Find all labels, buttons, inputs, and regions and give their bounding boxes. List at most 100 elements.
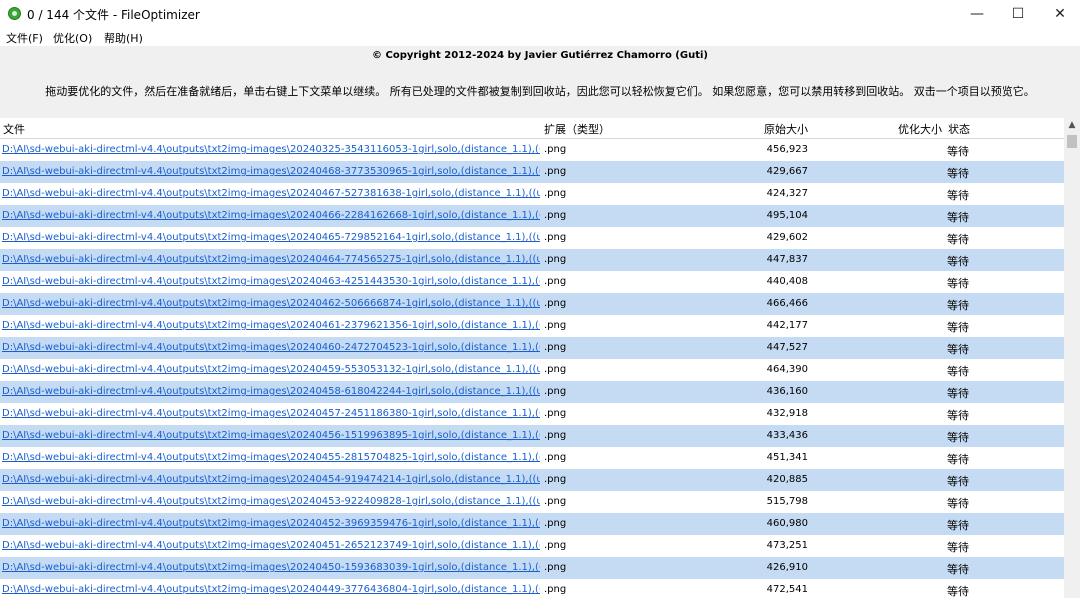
file-path-link[interactable]: D:\AI\sd-webui-aki-directml-v4.4\outputs… bbox=[2, 166, 540, 177]
file-path-link[interactable]: D:\AI\sd-webui-aki-directml-v4.4\outputs… bbox=[2, 188, 540, 199]
file-path-link[interactable]: D:\AI\sd-webui-aki-directml-v4.4\outputs… bbox=[2, 452, 540, 463]
file-path-link[interactable]: D:\AI\sd-webui-aki-directml-v4.4\outputs… bbox=[2, 364, 540, 375]
original-size: 473,251 bbox=[766, 540, 808, 551]
status-text: 等待 bbox=[947, 497, 969, 510]
original-size: 429,667 bbox=[766, 166, 808, 177]
file-path-link[interactable]: D:\AI\sd-webui-aki-directml-v4.4\outputs… bbox=[2, 232, 540, 243]
original-size: 424,327 bbox=[766, 188, 808, 199]
file-list-header: 文件 扩展（类型） 原始大小 优化大小 状态 bbox=[0, 118, 1064, 139]
file-path-link[interactable]: D:\AI\sd-webui-aki-directml-v4.4\outputs… bbox=[2, 342, 540, 353]
menu-help[interactable]: 帮助(H) bbox=[104, 30, 143, 46]
table-row[interactable]: D:\AI\sd-webui-aki-directml-v4.4\outputs… bbox=[0, 315, 1064, 337]
file-path-link[interactable]: D:\AI\sd-webui-aki-directml-v4.4\outputs… bbox=[2, 518, 540, 529]
status-text: 等待 bbox=[947, 365, 969, 378]
menu-optimize[interactable]: 优化(O) bbox=[53, 30, 92, 46]
original-size: 495,104 bbox=[766, 210, 808, 221]
status-text: 等待 bbox=[947, 585, 969, 598]
original-size: 420,885 bbox=[766, 474, 808, 485]
scroll-thumb[interactable] bbox=[1067, 135, 1077, 148]
status-text: 等待 bbox=[947, 299, 969, 312]
file-extension: .png bbox=[544, 474, 567, 485]
original-size: 442,177 bbox=[766, 320, 808, 331]
file-path-link[interactable]: D:\AI\sd-webui-aki-directml-v4.4\outputs… bbox=[2, 386, 540, 397]
file-extension: .png bbox=[544, 276, 567, 287]
original-size: 460,980 bbox=[766, 518, 808, 529]
info-panel: © Copyright 2012-2024 by Javier Gutiérre… bbox=[0, 46, 1080, 118]
status-text: 等待 bbox=[947, 563, 969, 576]
table-row[interactable]: D:\AI\sd-webui-aki-directml-v4.4\outputs… bbox=[0, 425, 1064, 447]
table-row[interactable]: D:\AI\sd-webui-aki-directml-v4.4\outputs… bbox=[0, 557, 1064, 579]
original-size: 451,341 bbox=[766, 452, 808, 463]
table-row[interactable]: D:\AI\sd-webui-aki-directml-v4.4\outputs… bbox=[0, 535, 1064, 557]
file-path-link[interactable]: D:\AI\sd-webui-aki-directml-v4.4\outputs… bbox=[2, 584, 540, 595]
close-button[interactable]: ✕ bbox=[1040, 0, 1080, 28]
file-path-link[interactable]: D:\AI\sd-webui-aki-directml-v4.4\outputs… bbox=[2, 496, 540, 507]
maximize-button[interactable]: ☐ bbox=[998, 0, 1038, 28]
file-path-link[interactable]: D:\AI\sd-webui-aki-directml-v4.4\outputs… bbox=[2, 298, 540, 309]
file-path-link[interactable]: D:\AI\sd-webui-aki-directml-v4.4\outputs… bbox=[2, 562, 540, 573]
table-row[interactable]: D:\AI\sd-webui-aki-directml-v4.4\outputs… bbox=[0, 249, 1064, 271]
file-path-link[interactable]: D:\AI\sd-webui-aki-directml-v4.4\outputs… bbox=[2, 320, 540, 331]
table-row[interactable]: D:\AI\sd-webui-aki-directml-v4.4\outputs… bbox=[0, 139, 1064, 161]
file-extension: .png bbox=[544, 452, 567, 463]
file-path-link[interactable]: D:\AI\sd-webui-aki-directml-v4.4\outputs… bbox=[2, 210, 540, 221]
table-row[interactable]: D:\AI\sd-webui-aki-directml-v4.4\outputs… bbox=[0, 513, 1064, 535]
original-size: 440,408 bbox=[766, 276, 808, 287]
original-size: 456,923 bbox=[766, 144, 808, 155]
table-row[interactable]: D:\AI\sd-webui-aki-directml-v4.4\outputs… bbox=[0, 205, 1064, 227]
original-size: 436,160 bbox=[766, 386, 808, 397]
column-header-status[interactable]: 状态 bbox=[948, 121, 970, 137]
column-header-extension[interactable]: 扩展（类型） bbox=[544, 121, 610, 137]
status-text: 等待 bbox=[947, 211, 969, 224]
status-text: 等待 bbox=[947, 343, 969, 356]
status-text: 等待 bbox=[947, 431, 969, 444]
file-path-link[interactable]: D:\AI\sd-webui-aki-directml-v4.4\outputs… bbox=[2, 474, 540, 485]
file-extension: .png bbox=[544, 386, 567, 397]
file-extension: .png bbox=[544, 562, 567, 573]
status-text: 等待 bbox=[947, 541, 969, 554]
fileoptimizer-app-icon bbox=[8, 7, 21, 20]
status-text: 等待 bbox=[947, 321, 969, 334]
status-text: 等待 bbox=[947, 233, 969, 246]
table-row[interactable]: D:\AI\sd-webui-aki-directml-v4.4\outputs… bbox=[0, 183, 1064, 205]
file-extension: .png bbox=[544, 584, 567, 595]
scroll-up-arrow-icon[interactable]: ▲ bbox=[1064, 120, 1080, 134]
table-row[interactable]: D:\AI\sd-webui-aki-directml-v4.4\outputs… bbox=[0, 403, 1064, 425]
file-list: D:\AI\sd-webui-aki-directml-v4.4\outputs… bbox=[0, 139, 1064, 601]
status-text: 等待 bbox=[947, 277, 969, 290]
column-header-file[interactable]: 文件 bbox=[3, 121, 25, 137]
file-extension: .png bbox=[544, 496, 567, 507]
original-size: 426,910 bbox=[766, 562, 808, 573]
table-row[interactable]: D:\AI\sd-webui-aki-directml-v4.4\outputs… bbox=[0, 293, 1064, 315]
minimize-button[interactable]: — bbox=[957, 0, 997, 28]
file-path-link[interactable]: D:\AI\sd-webui-aki-directml-v4.4\outputs… bbox=[2, 276, 540, 287]
file-path-link[interactable]: D:\AI\sd-webui-aki-directml-v4.4\outputs… bbox=[2, 540, 540, 551]
file-path-link[interactable]: D:\AI\sd-webui-aki-directml-v4.4\outputs… bbox=[2, 144, 540, 155]
title-bar: 0 / 144 个文件 - FileOptimizer — ☐ ✕ bbox=[0, 0, 1080, 28]
status-text: 等待 bbox=[947, 475, 969, 488]
file-path-link[interactable]: D:\AI\sd-webui-aki-directml-v4.4\outputs… bbox=[2, 430, 540, 441]
table-row[interactable]: D:\AI\sd-webui-aki-directml-v4.4\outputs… bbox=[0, 469, 1064, 491]
table-row[interactable]: D:\AI\sd-webui-aki-directml-v4.4\outputs… bbox=[0, 491, 1064, 513]
instructions-text: 拖动要优化的文件，然后在准备就绪后，单击右键上下文菜单以继续。 所有已处理的文件… bbox=[45, 85, 1035, 98]
table-row[interactable]: D:\AI\sd-webui-aki-directml-v4.4\outputs… bbox=[0, 271, 1064, 293]
file-extension: .png bbox=[544, 188, 567, 199]
status-text: 等待 bbox=[947, 387, 969, 400]
column-header-original-size[interactable]: 原始大小 bbox=[764, 121, 808, 137]
original-size: 429,602 bbox=[766, 232, 808, 243]
menu-file[interactable]: 文件(F) bbox=[6, 30, 43, 46]
file-path-link[interactable]: D:\AI\sd-webui-aki-directml-v4.4\outputs… bbox=[2, 254, 540, 265]
table-row[interactable]: D:\AI\sd-webui-aki-directml-v4.4\outputs… bbox=[0, 227, 1064, 249]
file-extension: .png bbox=[544, 298, 567, 309]
table-row[interactable]: D:\AI\sd-webui-aki-directml-v4.4\outputs… bbox=[0, 381, 1064, 403]
file-extension: .png bbox=[544, 232, 567, 243]
table-row[interactable]: D:\AI\sd-webui-aki-directml-v4.4\outputs… bbox=[0, 161, 1064, 183]
table-row[interactable]: D:\AI\sd-webui-aki-directml-v4.4\outputs… bbox=[0, 359, 1064, 381]
vertical-scrollbar[interactable]: ▲ bbox=[1064, 118, 1080, 598]
table-row[interactable]: D:\AI\sd-webui-aki-directml-v4.4\outputs… bbox=[0, 447, 1064, 469]
original-size: 464,390 bbox=[766, 364, 808, 375]
file-extension: .png bbox=[544, 408, 567, 419]
column-header-optimized-size[interactable]: 优化大小 bbox=[898, 121, 942, 137]
table-row[interactable]: D:\AI\sd-webui-aki-directml-v4.4\outputs… bbox=[0, 337, 1064, 359]
file-path-link[interactable]: D:\AI\sd-webui-aki-directml-v4.4\outputs… bbox=[2, 408, 540, 419]
